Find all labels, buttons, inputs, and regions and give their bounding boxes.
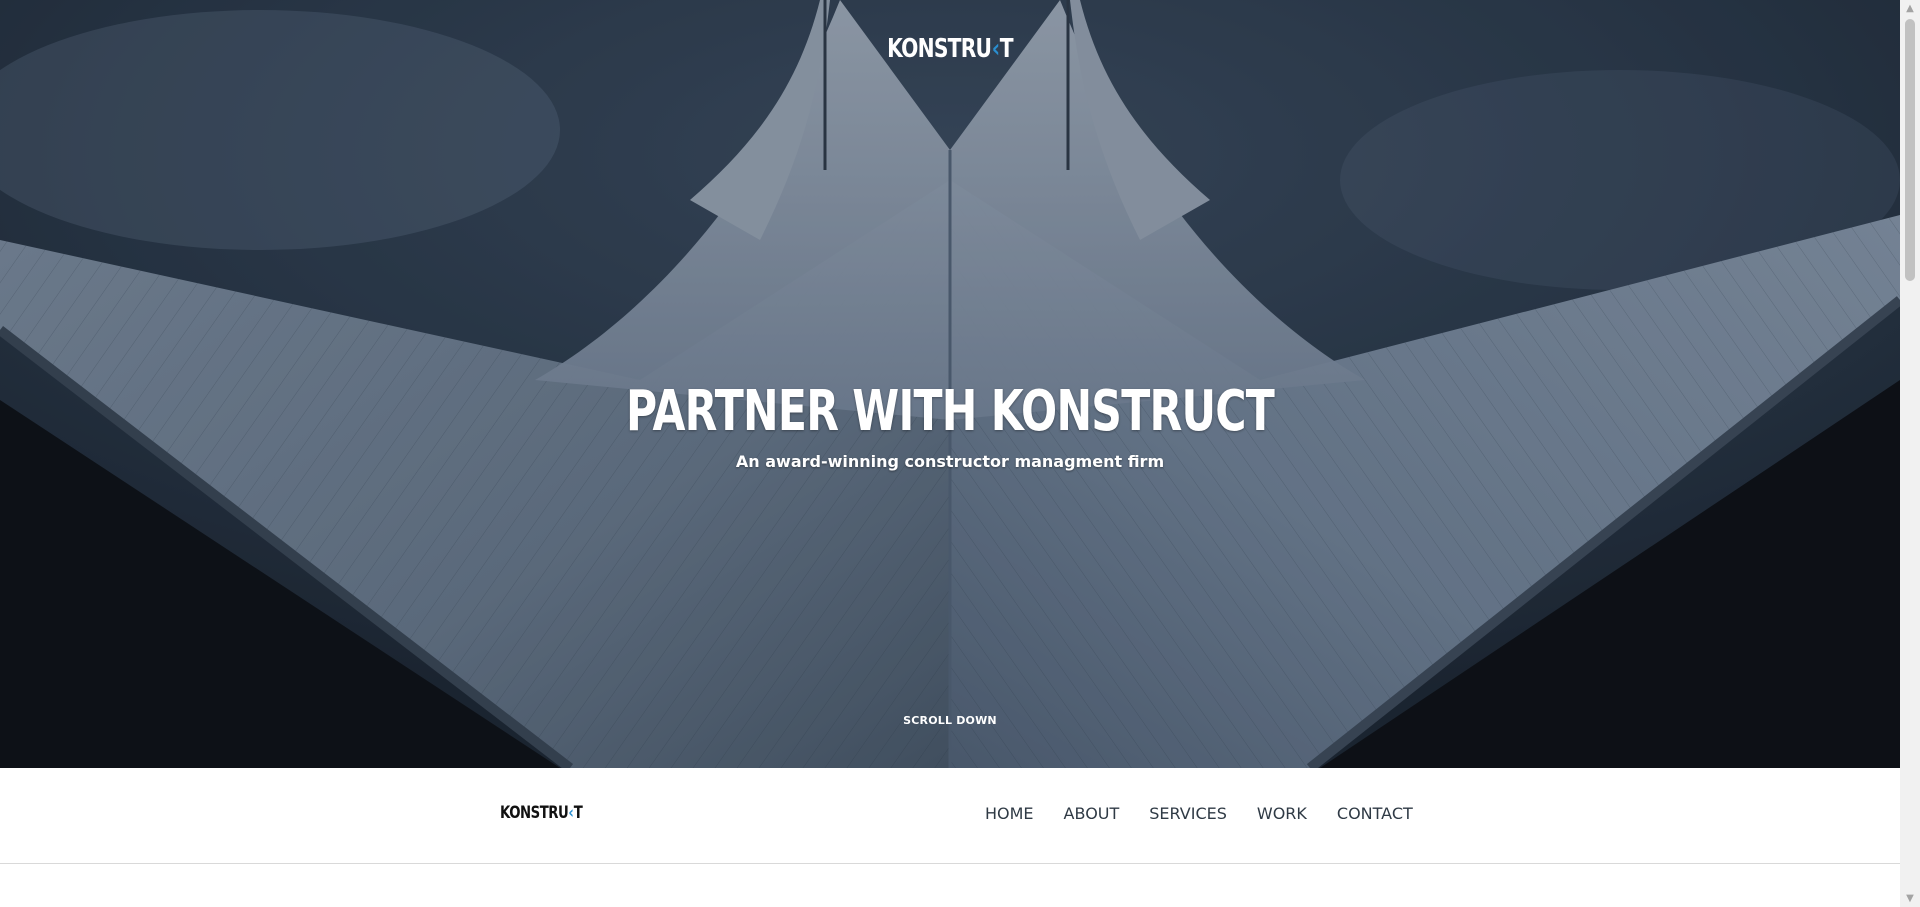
vertical-scrollbar[interactable]: ▲ ▼: [1900, 0, 1920, 907]
hero-section: KONSTRU‹T PARTNER WITH KONSTRUCT An awar…: [0, 0, 1900, 768]
hero-logo[interactable]: KONSTRU‹T: [209, 34, 1691, 64]
scroll-up-arrow-icon[interactable]: ▲: [1900, 0, 1920, 17]
page-content: KONSTRU‹T PARTNER WITH KONSTRUCT An awar…: [0, 0, 1900, 907]
scroll-down-link[interactable]: SCROLL DOWN: [0, 714, 1900, 727]
nav-link-about[interactable]: ABOUT: [1064, 804, 1120, 824]
hero-title: PARTNER WITH KONSTRUCT: [625, 379, 1275, 444]
navbar-logo-text-start: KONSTRU: [500, 803, 569, 823]
main-navbar: KONSTRU‹T HOME ABOUT SERVICES WORK CONTA…: [0, 768, 1900, 864]
navbar-logo-text-end: T: [573, 803, 583, 823]
nav-link-services[interactable]: SERVICES: [1149, 804, 1227, 824]
page: KONSTRU‹T PARTNER WITH KONSTRUCT An awar…: [0, 0, 1920, 907]
scrollbar-thumb[interactable]: [1905, 19, 1915, 281]
hero-logo-accent: ‹: [991, 34, 1000, 64]
nav-link-work[interactable]: WORK: [1257, 804, 1307, 824]
hero-logo-text-end: T: [999, 34, 1014, 64]
hero-logo-text-start: KONSTRU: [887, 34, 992, 64]
scroll-down-arrow-icon[interactable]: ▼: [1900, 890, 1920, 907]
hero-subtitle: An award-winning constructor managment f…: [735, 452, 1165, 471]
nav-link-contact[interactable]: CONTACT: [1337, 804, 1413, 824]
navbar-logo[interactable]: KONSTRU‹T: [500, 803, 583, 823]
nav-links: HOME ABOUT SERVICES WORK CONTACT: [985, 804, 1413, 824]
scroll-down-label[interactable]: SCROLL DOWN: [903, 714, 997, 727]
nav-link-home[interactable]: HOME: [985, 804, 1034, 824]
